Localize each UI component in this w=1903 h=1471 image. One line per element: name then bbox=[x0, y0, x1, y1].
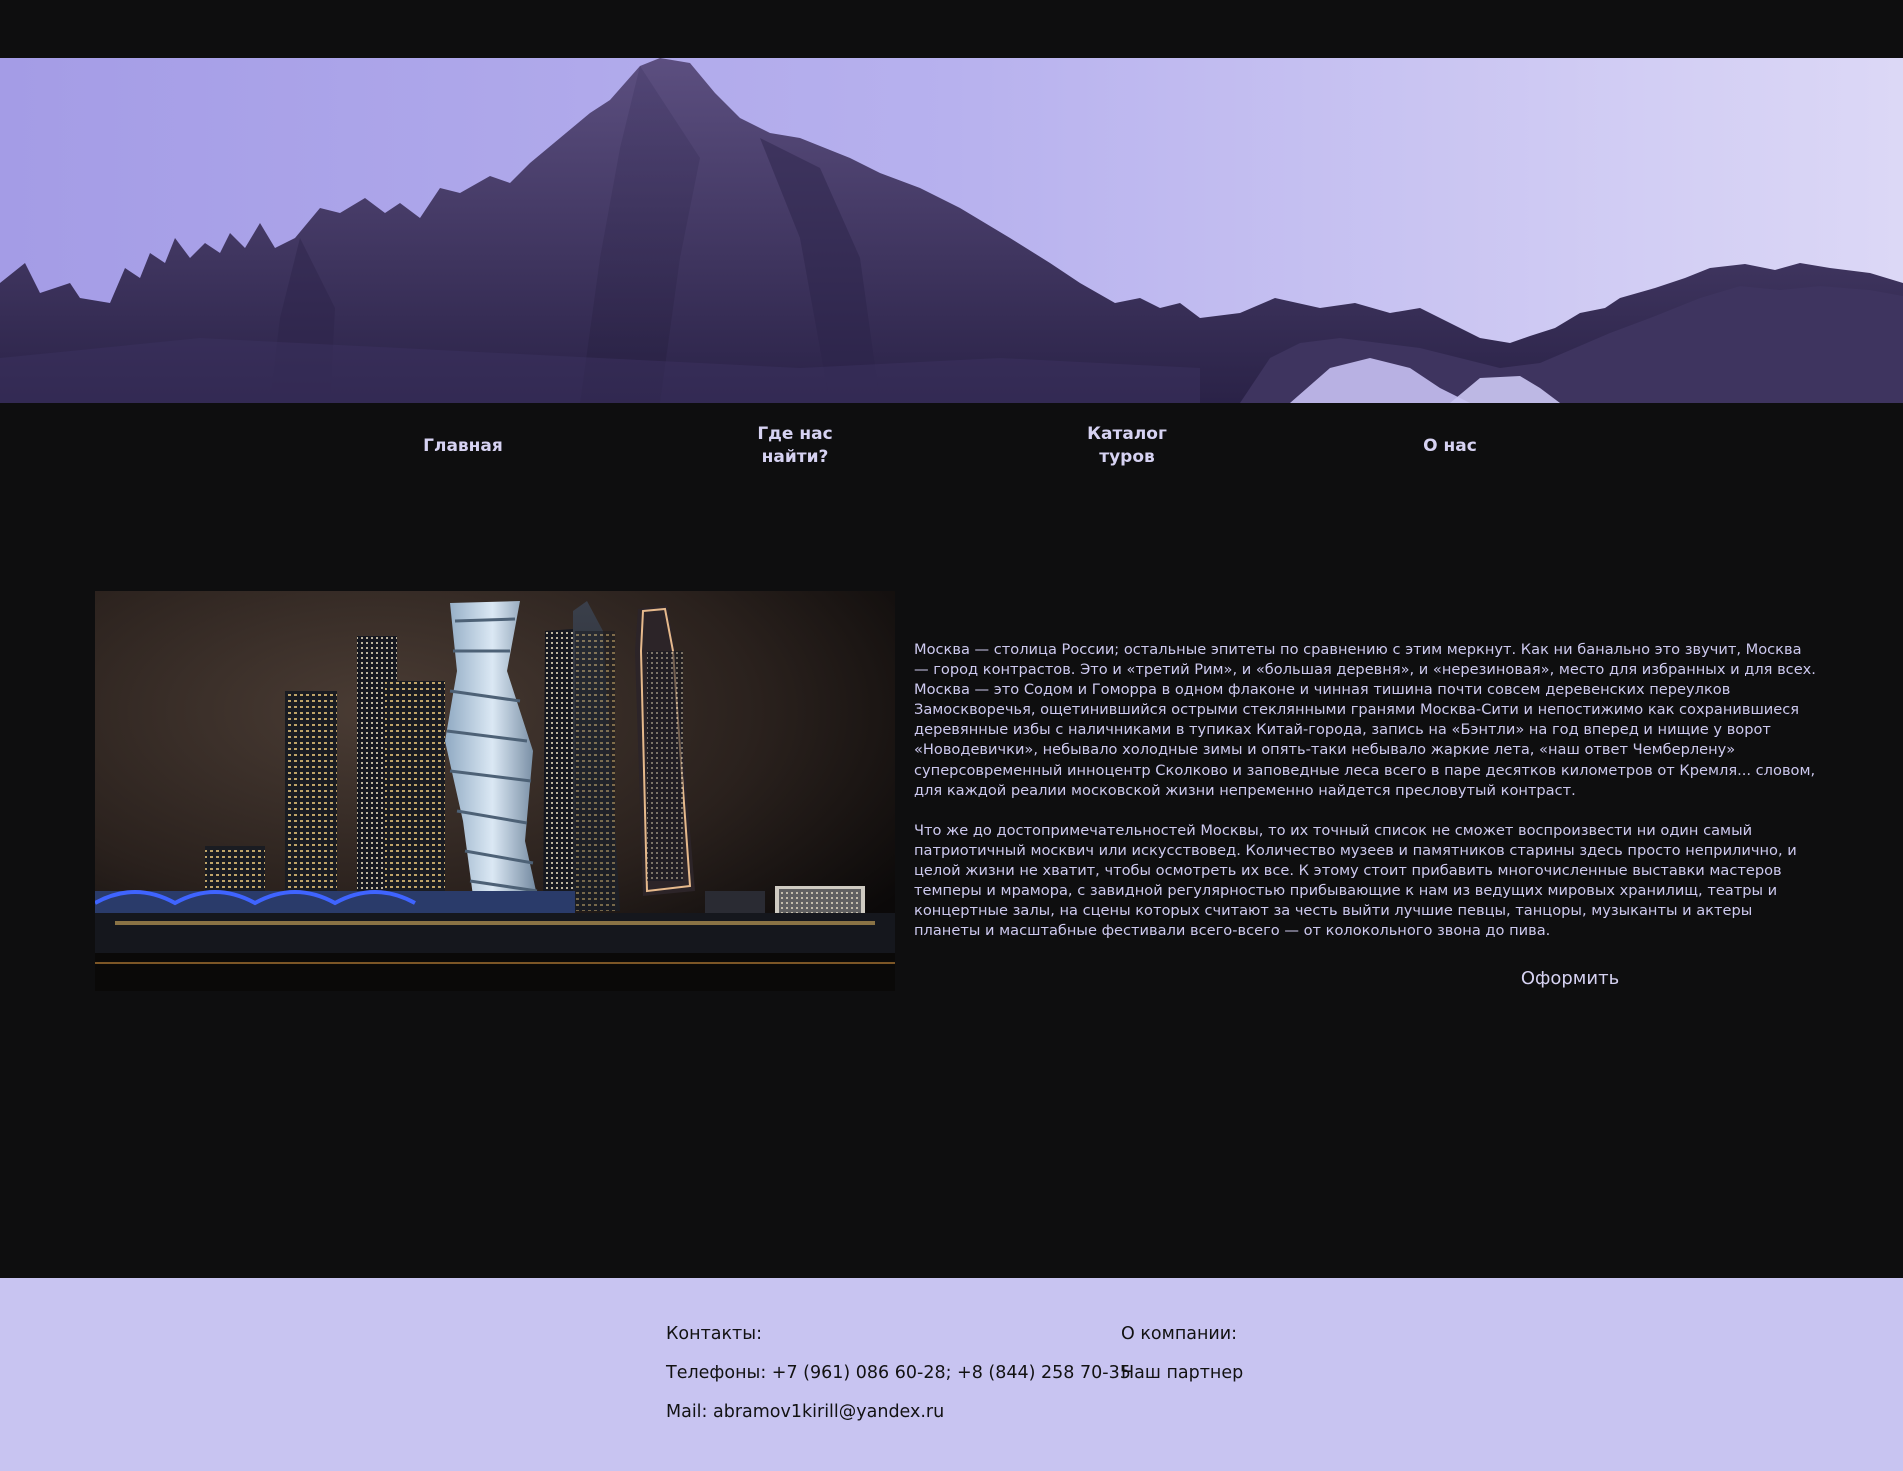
hero-mountain-image bbox=[0, 58, 1903, 403]
footer: Контакты: Телефоны: +7 (961) 086 60-28; … bbox=[0, 1278, 1903, 1471]
order-button[interactable]: Оформить bbox=[1520, 965, 1620, 993]
contacts-phones: Телефоны: +7 (961) 086 60-28; +8 (844) 2… bbox=[666, 1363, 1131, 1383]
nav-item-tour-catalog[interactable]: Каталог туров bbox=[1077, 423, 1177, 469]
nav-item-home[interactable]: Главная bbox=[413, 435, 513, 458]
nav-item-about-us[interactable]: О нас bbox=[1400, 435, 1500, 458]
footer-company: О компании: Наш партнер bbox=[1121, 1322, 1243, 1400]
contacts-heading: Контакты: bbox=[666, 1324, 762, 1344]
nav-item-where-to-find-us[interactable]: Где нас найти? bbox=[745, 423, 845, 469]
main-nav: Главная Где нас найти? Каталог туров О н… bbox=[0, 403, 1903, 483]
article-paragraph: Москва — столица России; остальные эпите… bbox=[914, 641, 1816, 799]
moscow-city-photo bbox=[95, 591, 895, 991]
article-text: Москва — столица России; остальные эпите… bbox=[914, 640, 1819, 961]
footer-contacts: Контакты: Телефоны: +7 (961) 086 60-28; … bbox=[666, 1322, 1131, 1439]
top-bar bbox=[0, 0, 1903, 58]
company-partner-link[interactable]: Наш партнер bbox=[1121, 1361, 1243, 1400]
company-heading: О компании: bbox=[1121, 1324, 1238, 1344]
article-paragraph: Что же до достопримечательностей Москвы,… bbox=[914, 821, 1797, 940]
contacts-mail[interactable]: Mail: abramov1kirill@yandex.ru bbox=[666, 1400, 1131, 1439]
